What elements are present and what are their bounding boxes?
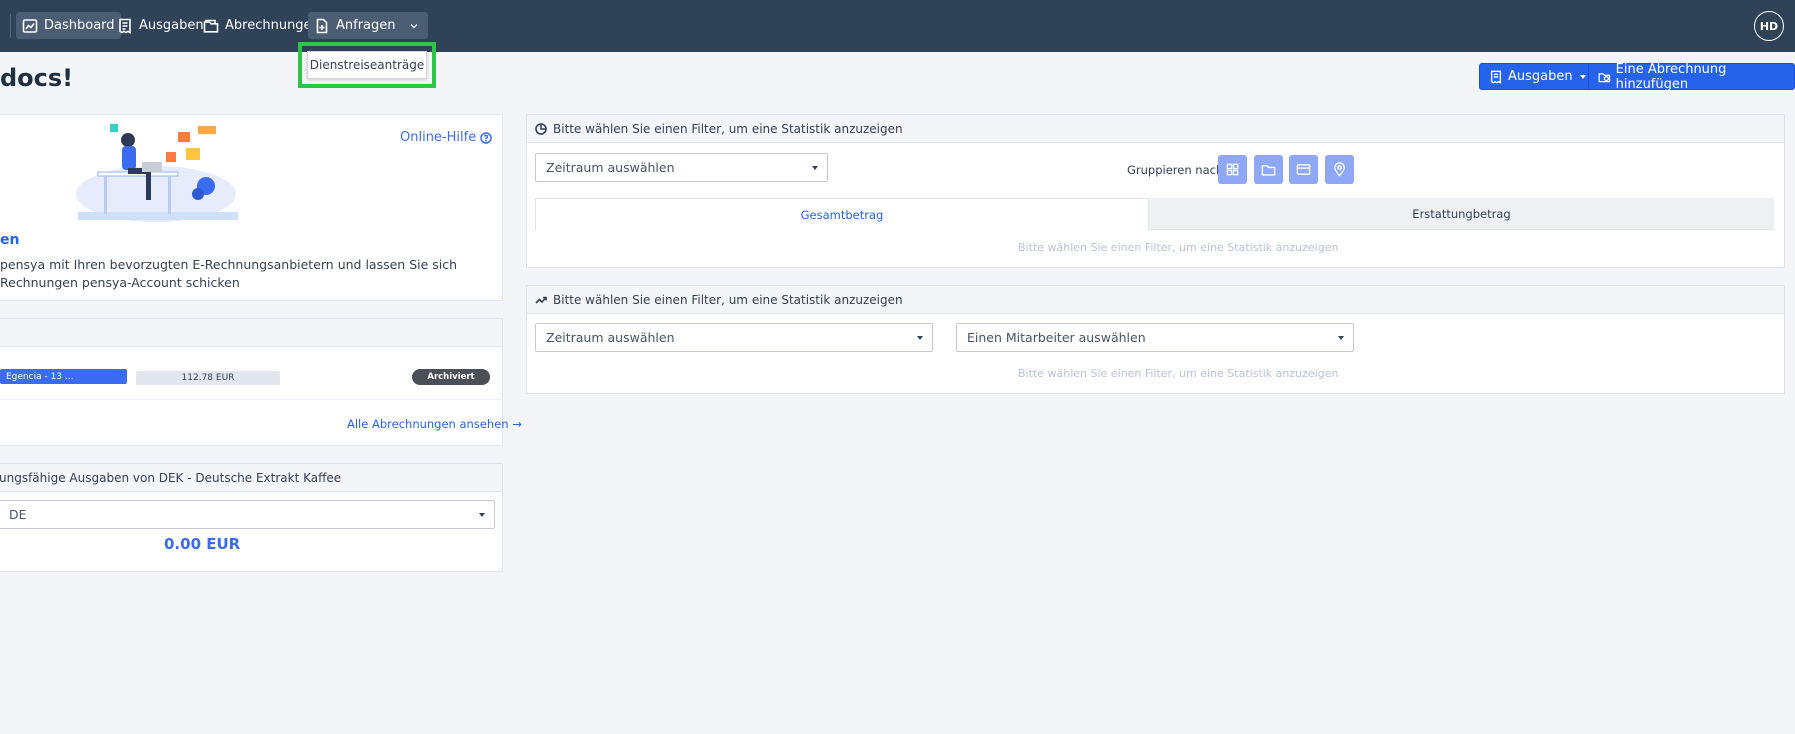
stats-header-text: Bitte wählen Sie einen Filter, um eine S… bbox=[553, 292, 903, 307]
employee-select[interactable]: Einen Mitarbeiter auswählen bbox=[956, 323, 1354, 352]
document-plus-icon bbox=[316, 18, 328, 33]
stats-header-text: Bitte wählen Sie einen Filter, um eine S… bbox=[553, 121, 903, 136]
nav-divider bbox=[10, 14, 11, 38]
einvoice-description: pensya mit Ihren bevorzugten E-Rechnungs… bbox=[0, 257, 458, 290]
help-circle-icon bbox=[480, 131, 492, 144]
group-by-location-button[interactable] bbox=[1325, 155, 1354, 184]
caret-down-icon bbox=[479, 513, 485, 517]
folder-icon bbox=[1261, 165, 1276, 176]
top-navbar: Dashboard Ausgaben Abrechnungen Anfragen… bbox=[0, 0, 1795, 52]
receipt-icon bbox=[119, 18, 131, 34]
reimbursable-amount: 0.00 EUR bbox=[164, 535, 241, 553]
reports-panel-header bbox=[0, 319, 502, 347]
report-name-bar[interactable]: Egencia - 13 ... bbox=[0, 369, 127, 384]
status-badge: Archiviert bbox=[412, 369, 490, 385]
receipt-icon bbox=[1490, 70, 1502, 84]
nav-item-ausgaben[interactable]: Ausgaben bbox=[111, 12, 210, 39]
group-by-label: Gruppieren nach: bbox=[1127, 163, 1228, 177]
dropdown-item-dienstreiseantraege[interactable]: Dienstreiseanträge bbox=[307, 51, 427, 79]
add-report-button[interactable]: Eine Abrechnung hinzufügen bbox=[1588, 61, 1795, 92]
user-avatar[interactable]: HD bbox=[1754, 11, 1784, 41]
period-select[interactable]: Zeitraum auswählen bbox=[535, 153, 828, 182]
caret-down-icon bbox=[917, 336, 923, 340]
pie-chart-icon bbox=[535, 122, 547, 135]
report-amount: 112.78 EUR bbox=[136, 371, 280, 385]
page-title: docs! bbox=[0, 64, 74, 92]
group-by-payment-button[interactable] bbox=[1289, 155, 1318, 184]
stats-panel-header: Bitte wählen Sie einen Filter, um eine S… bbox=[527, 286, 1784, 314]
folder-plus-icon bbox=[1598, 72, 1611, 82]
grid-icon bbox=[1226, 163, 1239, 176]
credit-card-icon bbox=[1296, 164, 1311, 175]
caret-down-icon bbox=[1579, 74, 1586, 79]
nav-item-abrechnungen[interactable]: Abrechnungen bbox=[197, 12, 326, 39]
nav-item-label: Dashboard bbox=[44, 18, 115, 33]
stats-empty-hint: Bitte wählen Sie einen Filter, um eine S… bbox=[1018, 241, 1339, 254]
tab-total-amount[interactable]: Gesamtbetrag bbox=[535, 198, 1149, 230]
caret-down-icon bbox=[812, 166, 818, 170]
tab-refund-amount[interactable]: Erstattungbetrag bbox=[1149, 198, 1774, 230]
period-select-value: Zeitraum auswählen bbox=[546, 160, 675, 175]
stats-empty-hint: Bitte wählen Sie einen Filter, um eine S… bbox=[1018, 367, 1339, 380]
group-by-category-button[interactable] bbox=[1218, 155, 1247, 184]
row-divider bbox=[0, 399, 502, 400]
reimbursable-header-text: ungsfähige Ausgaben von DEK - Deutsche E… bbox=[0, 470, 342, 485]
einvoice-title[interactable]: en bbox=[0, 232, 19, 248]
group-by-report-button[interactable] bbox=[1254, 155, 1283, 184]
period-select-value: Zeitraum auswählen bbox=[546, 330, 675, 345]
all-reports-link[interactable]: Alle Abrechnungen ansehen → bbox=[347, 417, 522, 431]
expenses-dropdown-button[interactable]: Ausgaben bbox=[1479, 63, 1596, 90]
company-select[interactable]: DE bbox=[0, 500, 495, 529]
reimbursable-panel-header: ungsfähige Ausgaben von DEK - Deutsche E… bbox=[0, 464, 502, 492]
chevron-down-icon bbox=[410, 23, 417, 28]
person-at-desk-illustration bbox=[76, 124, 238, 222]
nav-item-label: Anfragen bbox=[336, 18, 396, 33]
nav-item-anfragen[interactable]: Anfragen bbox=[308, 12, 428, 39]
location-pin-icon bbox=[1334, 162, 1345, 177]
dashboard-icon bbox=[22, 18, 38, 33]
caret-down-icon bbox=[1338, 336, 1344, 340]
period-select-2[interactable]: Zeitraum auswählen bbox=[535, 323, 933, 352]
trend-up-icon bbox=[535, 296, 547, 304]
nav-item-label: Abrechnungen bbox=[225, 18, 320, 33]
folder-icon bbox=[203, 19, 219, 33]
online-help-link[interactable]: Online-Hilfe bbox=[400, 130, 492, 145]
add-report-label: Eine Abrechnung hinzufügen bbox=[1615, 61, 1727, 92]
expenses-button-label: Ausgaben bbox=[1508, 69, 1573, 84]
nav-item-label: Ausgaben bbox=[139, 18, 204, 33]
stats-panel-header: Bitte wählen Sie einen Filter, um eine S… bbox=[527, 115, 1784, 143]
employee-select-value: Einen Mitarbeiter auswählen bbox=[967, 330, 1146, 345]
online-help-label: Online-Hilfe bbox=[400, 130, 477, 145]
nav-item-dashboard[interactable]: Dashboard bbox=[16, 12, 121, 39]
company-select-value: DE bbox=[9, 507, 27, 522]
